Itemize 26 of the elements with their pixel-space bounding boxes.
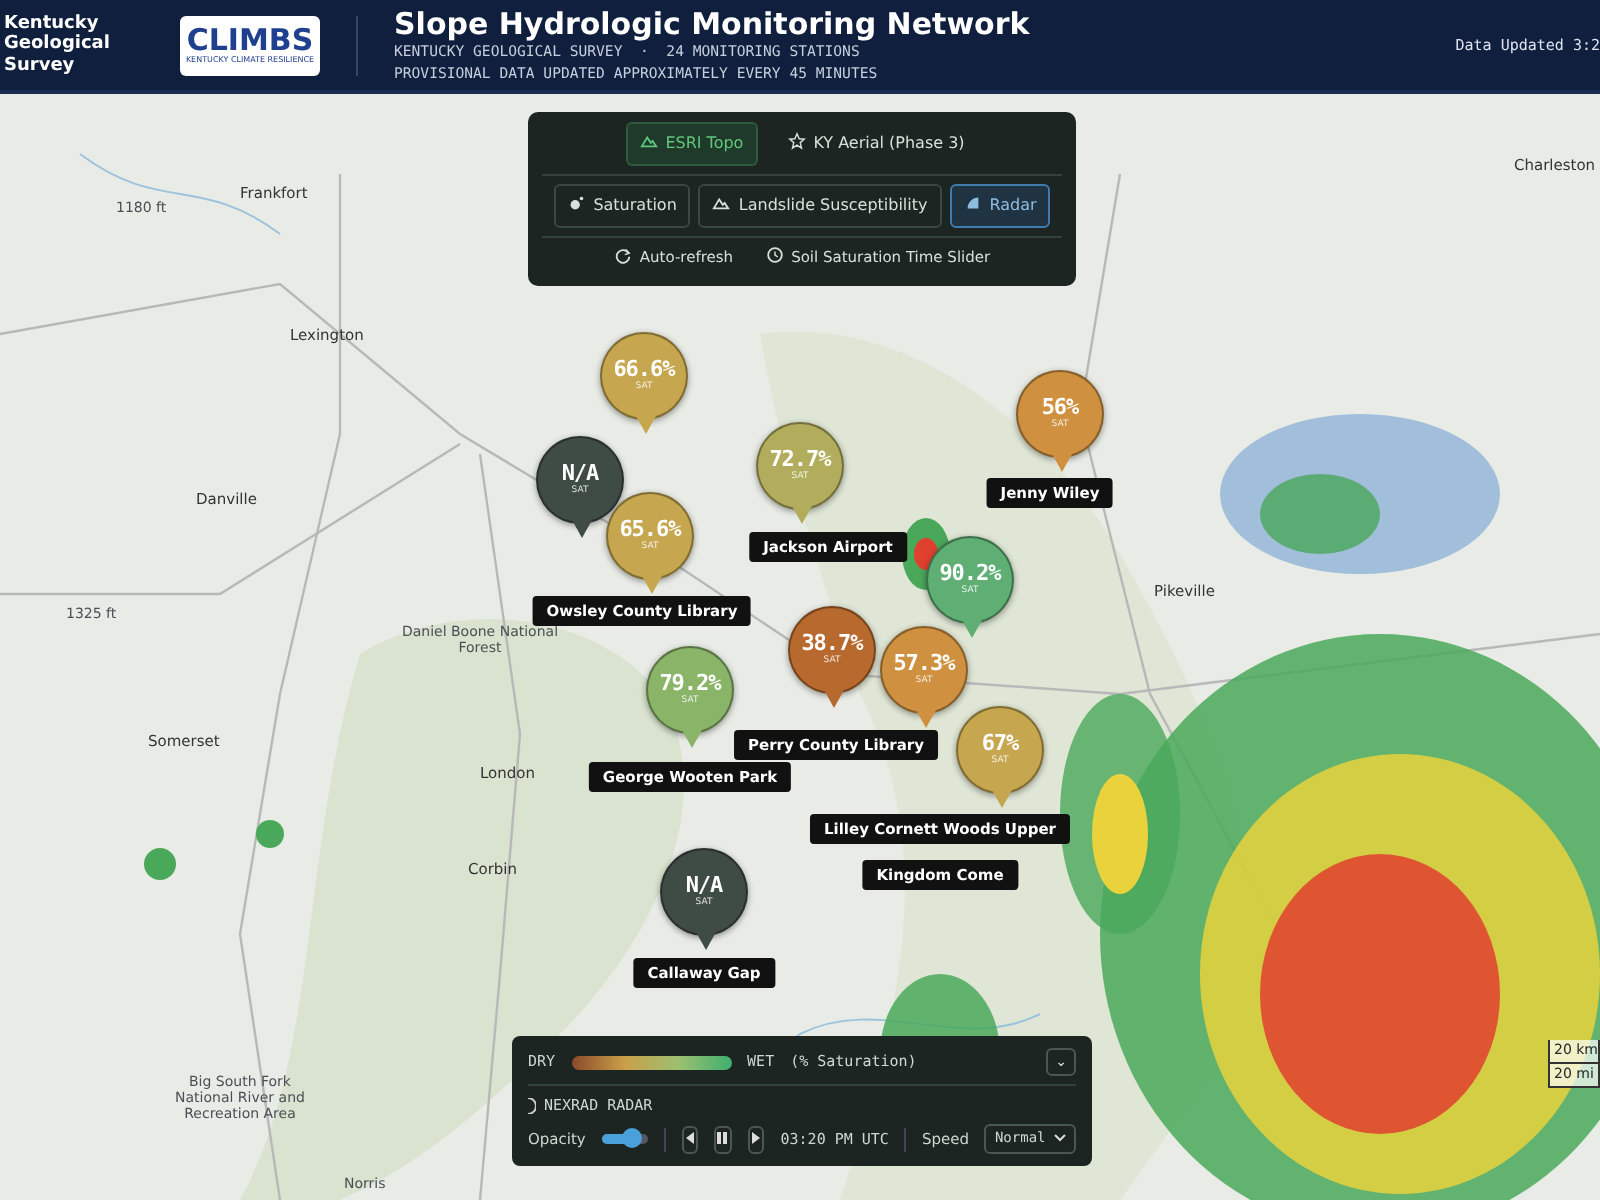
- pause-button[interactable]: [714, 1125, 732, 1153]
- radar-icon: [963, 194, 982, 212]
- page-title: Slope Hydrologic Monitoring Network: [394, 5, 1032, 42]
- previous-icon: [683, 1132, 696, 1145]
- caret-icon: [1053, 1134, 1066, 1143]
- previous-button[interactable]: [681, 1125, 699, 1153]
- opacity-slider[interactable]: [601, 1134, 649, 1144]
- star-icon: [787, 132, 806, 150]
- layer-tab[interactable]: Landslide Susceptibility: [698, 184, 942, 228]
- marker-pointer: [824, 690, 844, 708]
- next-button[interactable]: [747, 1125, 765, 1153]
- org-logo-text: Kentucky Geological Survey: [4, 13, 112, 77]
- next-icon: [749, 1132, 762, 1145]
- basemap-tab[interactable]: KY Aerial (Phase 3): [773, 122, 979, 166]
- marker-pointer: [636, 416, 656, 434]
- refresh-icon: [613, 246, 632, 264]
- basemap-tab[interactable]: ESRI Topo: [625, 122, 758, 166]
- clock-icon: [765, 246, 784, 264]
- pause-icon: [716, 1132, 729, 1145]
- layer-tab[interactable]: Saturation: [553, 184, 691, 228]
- mountain-icon: [639, 132, 658, 150]
- layer-tab[interactable]: Radar: [949, 184, 1051, 228]
- mountain-icon: [712, 194, 731, 212]
- dots-icon: [567, 194, 586, 212]
- radar-icon: [528, 1097, 536, 1114]
- slider-thumb[interactable]: [621, 1128, 642, 1148]
